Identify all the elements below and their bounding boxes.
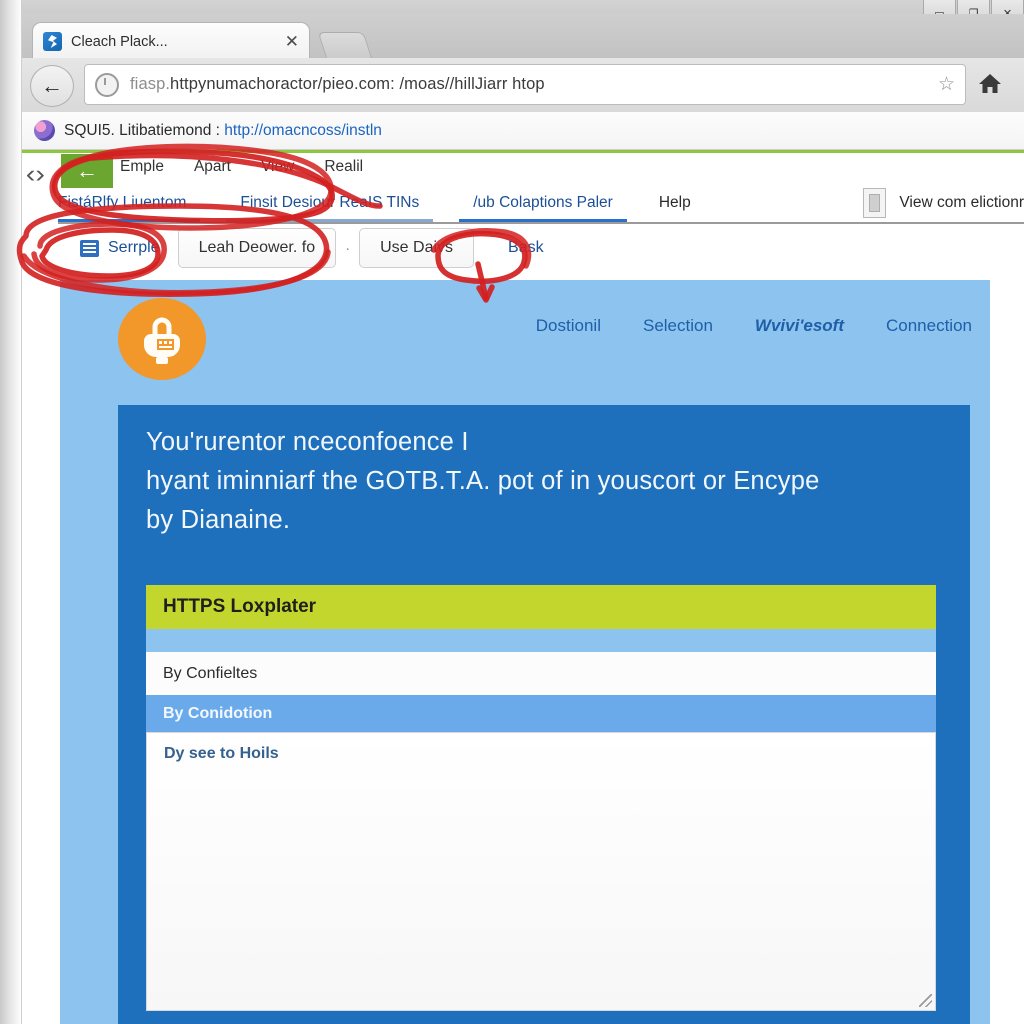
tab-label: Finsit Desiour ReaIS TINs [240, 194, 420, 211]
sample-button[interactable]: Serrple [58, 229, 178, 267]
view-collection-group[interactable]: View com elictionr [863, 188, 1024, 218]
card-row-conidotion[interactable]: By Conidotion [146, 695, 936, 732]
document-icon [863, 188, 887, 218]
site-nav: Dostionil Selection Wvivi'esoft Connecti… [536, 316, 972, 336]
app-back-button[interactable]: ← [61, 154, 113, 188]
hero-line-3: by Dianaine. [146, 506, 291, 534]
bookmark-link[interactable]: http://omacncoss/instln [224, 122, 382, 139]
hero-text: You'rurentor nceconfoence I hyant iminni… [146, 423, 946, 540]
tab-fistarlfy-liuentom[interactable]: FistáRlfy Liuentom [58, 192, 201, 222]
back-link[interactable]: Bask [474, 239, 564, 257]
use-days-button[interactable]: Use Daivs [359, 228, 475, 268]
bookmark-label: SQUI5. Litibatiemond : [64, 121, 220, 139]
address-bar-value: fiasp.httpynumachoractor/pieo.com: /moas… [130, 75, 930, 94]
https-card: HTTPS Loxplater By Confieltes By Conidot… [146, 585, 936, 1024]
site-nav-selection[interactable]: Selection [643, 316, 713, 336]
site-content: Dostionil Selection Wvivi'esoft Connecti… [60, 280, 990, 1024]
site-nav-connection[interactable]: Connection [886, 316, 972, 336]
address-bar[interactable]: fiasp.httpynumachoractor/pieo.com: /moas… [84, 64, 966, 105]
browser-back-button[interactable]: ← [30, 65, 74, 107]
browser-navbar: ← fiasp.httpynumachoractor/pieo.com: /mo… [22, 58, 1024, 113]
address-rest: httpynumachoractor/pieo.com: /moas//hill… [170, 75, 545, 93]
menu-item-emple[interactable]: Emple [120, 158, 164, 176]
browser-tabstrip: Cleach Plack... ✕ [22, 14, 1024, 60]
menu-item-apart[interactable]: Apart [194, 158, 231, 176]
tab-label: FistáRlfy Liuentom [58, 194, 187, 211]
app-menubar: Emple Apart View Realil [120, 158, 363, 176]
menu-item-realil[interactable]: Realil [324, 158, 363, 176]
screen-root: ▭ ❐ ✕ Cleach Plack... ✕ ← fiasp.httpynum… [0, 0, 1024, 1024]
tab-label: Help [658, 194, 691, 211]
new-tab-button[interactable] [317, 32, 373, 59]
separator-dot: · [345, 239, 351, 257]
tab-ub-colaptions-paler[interactable]: /ub Colaptions Paler [459, 192, 627, 222]
tab-close-icon[interactable]: ✕ [279, 33, 299, 50]
tab-help[interactable]: Help [645, 192, 705, 220]
bookmark-item[interactable]: SQUI5. Litibatiemond : http://omacncoss/… [64, 122, 382, 140]
tab-title: Cleach Plack... [71, 33, 168, 50]
card-row-confieltes[interactable]: By Confieltes [146, 652, 936, 695]
home-icon[interactable] [978, 72, 1002, 100]
app-button-row: Serrple Leah Deower. fo · Use Daivs Bask [58, 228, 564, 268]
window-left-shadow [0, 0, 22, 1024]
code-brackets-icon[interactable]: ‹› [26, 160, 45, 189]
tab-underline [226, 219, 434, 222]
bookmark-star-icon[interactable]: ☆ [938, 73, 955, 96]
hero-line-2: hyant iminniarf the GOTB.T.A. pot of in … [146, 467, 820, 495]
browser-tab[interactable]: Cleach Plack... ✕ [32, 22, 310, 60]
page-info-icon[interactable] [95, 72, 119, 97]
textarea-text: Dy see to Hoils [164, 745, 279, 762]
resize-grip-icon[interactable] [919, 994, 932, 1007]
view-collection-label: View com elictionr [899, 194, 1024, 211]
hero-panel: You'rurentor nceconfoence I hyant iminni… [118, 405, 970, 1024]
card-header: HTTPS Loxplater [146, 585, 936, 629]
padlock-icon [118, 298, 206, 380]
accent-rule [22, 150, 1024, 153]
hero-line-1: You'rurentor nceconfoence I [146, 428, 469, 456]
address-prefix: fiasp. [130, 75, 171, 93]
tab-favicon-icon [43, 32, 62, 51]
bookmarks-bar: SQUI5. Litibatiemond : http://omacncoss/… [22, 112, 1024, 150]
tab-finsit-desiour[interactable]: Finsit Desiour ReaIS TINs [226, 192, 434, 222]
card-textarea[interactable]: Dy see to Hoils [146, 732, 936, 1011]
menu-item-view[interactable]: View [261, 158, 294, 176]
site-nav-dostionil[interactable]: Dostionil [536, 316, 601, 336]
site-nav-wvivi-esoft[interactable]: Wvivi'esoft [755, 316, 844, 336]
dropdown-button[interactable]: Leah Deower. fo [177, 228, 337, 268]
tab-underline [58, 219, 201, 222]
tab-label: /ub Colaptions Paler [473, 194, 613, 211]
grid-table-icon [80, 239, 99, 257]
card-spacer [146, 629, 936, 652]
tab-underline [459, 219, 627, 222]
site-header: Dostionil Selection Wvivi'esoft Connecti… [60, 280, 990, 405]
page-viewport: ‹› ← Emple Apart View Realil FistáRlfy L… [22, 150, 1024, 1024]
sample-button-label: Serrple [108, 239, 160, 256]
bookmark-favicon-icon [34, 120, 55, 141]
